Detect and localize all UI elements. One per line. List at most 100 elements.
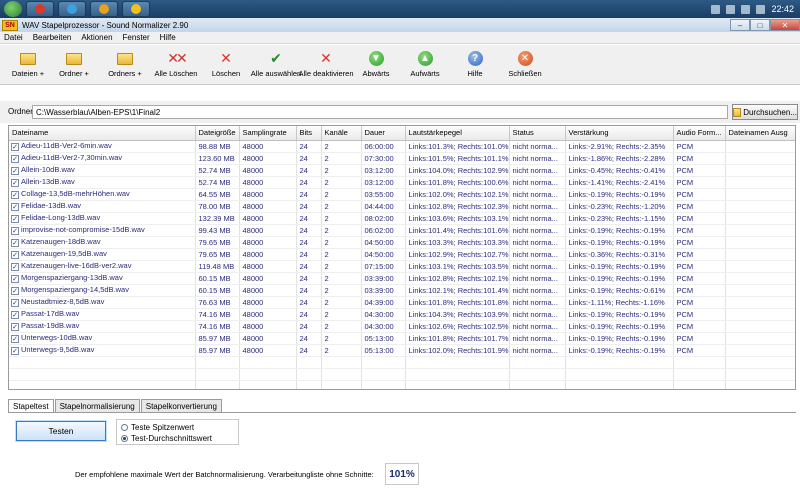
row-checkbox[interactable]: ✓	[11, 275, 19, 283]
taskbar-app-1[interactable]	[26, 1, 54, 17]
table-row[interactable]: ✓ Unterwegs-9,5dB.wav 85.97 MB 48000 24 2 05:1…	[9, 344, 795, 357]
cell-gain: Links:-0.19%; Rechts:-0.19%	[565, 260, 674, 273]
move-down-button[interactable]: ▼ Abwärts	[348, 48, 404, 84]
table-row[interactable]: ✓ Adieu-11dB-Ver2-6min.wav 98.88 MB 48000 24…	[9, 140, 795, 153]
row-checkbox[interactable]: ✓	[11, 179, 19, 187]
table-row[interactable]: ✓ Katzenaugen-live-16dB-ver2.wav 119.48 MB…	[9, 260, 795, 273]
table-row[interactable]: ✓ Katzenaugen-18dB.wav 79.65 MB 48000 24 2 04:…	[9, 236, 795, 249]
table-row[interactable]: ✓ Unterwegs-10dB.wav 85.97 MB 48000 24 2 05:13…	[9, 332, 795, 345]
add-folder-button[interactable]: Ordner +	[46, 48, 102, 84]
table-row[interactable]: ✓ Allein-13dB.wav 52.74 MB 48000 24 2 03:12:00…	[9, 176, 795, 189]
app-icon[interactable]: SN	[2, 19, 18, 31]
row-checkbox[interactable]: ✓	[11, 167, 19, 175]
folder-icon	[20, 53, 36, 65]
table-row[interactable]: ✓ Felidae-Long-13dB.wav 132.39 MB 48000 24 2 0…	[9, 212, 795, 225]
row-checkbox[interactable]: ✓	[11, 239, 19, 247]
tray-icon[interactable]	[711, 4, 721, 14]
table-row[interactable]: ✓ Allein-10dB.wav 52.74 MB 48000 24 2 03:12:00…	[9, 164, 795, 177]
cell-level: Links:104.3%; Rechts:103.9%	[405, 308, 510, 321]
radio-average-option[interactable]: Test-Durchschnittswert	[121, 433, 234, 444]
row-checkbox[interactable]: ✓	[11, 323, 19, 331]
menu-bearbeiten[interactable]: Bearbeiten	[33, 33, 72, 42]
row-checkbox[interactable]: ✓	[11, 155, 19, 163]
minimize-icon[interactable]: –	[730, 19, 750, 31]
cell-format: PCM	[673, 188, 726, 201]
table-row[interactable]: ✓ Katzenaugen-19,5dB.wav 79.65 MB 48000 24 2 0…	[9, 248, 795, 261]
clock[interactable]: 22:42	[771, 4, 794, 14]
tab-stapeltest[interactable]: Stapeltest	[8, 399, 54, 413]
column-header-filesize[interactable]: Dateigröße	[195, 126, 240, 141]
taskbar-app-sound-normalizer[interactable]	[122, 1, 150, 17]
column-header-samplerate[interactable]: Samplingrate	[239, 126, 297, 141]
cell-bits: 24	[296, 176, 322, 189]
table-row[interactable]: ✓ Morgenspaziergang-14,5dB.wav 60.15 MB 480…	[9, 284, 795, 297]
deselect-all-button[interactable]: ✕ Alle deaktivieren	[298, 48, 354, 84]
folder-path-input[interactable]	[32, 105, 728, 119]
empty-cell	[361, 356, 406, 369]
radio-button[interactable]	[121, 424, 128, 431]
row-checkbox[interactable]: ✓	[11, 191, 19, 199]
table-row[interactable]: ✓ Collage-13,5dB-mehrHöhen.wav 64.55 MB 480…	[9, 188, 795, 201]
table-row[interactable]: ✓ Passat-17dB.wav 74.16 MB 48000 24 2 04:30:00…	[9, 308, 795, 321]
row-checkbox[interactable]: ✓	[11, 347, 19, 355]
tab-stapelkonvertierung[interactable]: Stapelkonvertierung	[140, 399, 222, 412]
row-checkbox[interactable]: ✓	[11, 251, 19, 259]
tray-icon[interactable]	[741, 4, 751, 14]
tray-icon[interactable]	[726, 4, 736, 14]
row-checkbox[interactable]: ✓	[11, 143, 19, 151]
table-row[interactable]: ✓ Morgenspaziergang-13dB.wav 60.15 MB 48000…	[9, 272, 795, 285]
close-button[interactable]: ✕ Schließen	[497, 48, 553, 84]
cell-format: PCM	[673, 236, 726, 249]
test-button[interactable]: Testen	[16, 421, 106, 441]
column-header-status[interactable]: Status	[509, 126, 566, 141]
row-checkbox[interactable]: ✓	[11, 311, 19, 319]
move-up-button[interactable]: ▲ Aufwärts	[397, 48, 453, 84]
row-checkbox[interactable]: ✓	[11, 299, 19, 307]
column-header-channels[interactable]: Kanäle	[321, 126, 362, 141]
row-checkbox[interactable]: ✓	[11, 287, 19, 295]
select-all-button[interactable]: ✔ Alle auswählen	[248, 48, 304, 84]
tray-icon[interactable]	[756, 4, 766, 14]
row-checkbox[interactable]: ✓	[11, 335, 19, 343]
row-checkbox[interactable]: ✓	[11, 215, 19, 223]
menu-aktionen[interactable]: Aktionen	[81, 33, 112, 42]
filename-text: improvise-not-compromise-15dB.wav	[21, 225, 145, 234]
close-window-icon[interactable]: ✕	[770, 19, 800, 31]
row-checkbox[interactable]: ✓	[11, 203, 19, 211]
cell-status: nicht norma...	[509, 152, 566, 165]
menu-fenster[interactable]: Fenster	[123, 33, 150, 42]
cell-samplerate: 48000	[239, 212, 297, 225]
browse-button[interactable]: Durchsuchen...	[732, 104, 798, 120]
row-checkbox[interactable]: ✓	[11, 263, 19, 271]
column-header-level[interactable]: Lautstärkepegel	[405, 126, 510, 141]
column-header-gain[interactable]: Verstärkung	[565, 126, 674, 141]
cell-status: nicht norma...	[509, 140, 566, 153]
menu-datei[interactable]: Datei	[4, 33, 23, 42]
row-checkbox[interactable]: ✓	[11, 227, 19, 235]
help-button[interactable]: ? Hilfe	[447, 48, 503, 84]
column-header-format[interactable]: Audio Form...	[673, 126, 726, 141]
start-button[interactable]	[4, 1, 22, 17]
cell-level: Links:101.5%; Rechts:101.1%	[405, 152, 510, 165]
table-row[interactable]: ✓ improvise-not-compromise-15dB.wav 99.43 …	[9, 224, 795, 237]
menu-hilfe[interactable]: Hilfe	[160, 33, 176, 42]
table-row[interactable]: ✓ Neustadtmiez-8,5dB.wav 76.63 MB 48000 24 2 0…	[9, 296, 795, 309]
column-header-output-name[interactable]: Dateinamen Ausg	[725, 126, 795, 141]
delete-button[interactable]: ✕ Löschen	[198, 48, 254, 84]
table-row[interactable]: ✓ Adieu-11dB-Ver2-7,30min.wav 123.60 MB 480…	[9, 152, 795, 165]
table-row[interactable]: ✓ Felidae-13dB.wav 78.00 MB 48000 24 2 04:44:0…	[9, 200, 795, 213]
empty-cell	[239, 356, 297, 369]
table-row[interactable]: ✓ Passat-19dB.wav 74.16 MB 48000 24 2 04:30:00…	[9, 320, 795, 333]
add-folders-button[interactable]: Ordners +	[97, 48, 153, 84]
column-header-bits[interactable]: Bits	[296, 126, 322, 141]
radio-peak-option[interactable]: Teste Spitzenwert	[121, 422, 234, 433]
column-header-duration[interactable]: Dauer	[361, 126, 406, 141]
file-list[interactable]: Dateiname Dateigröße Samplingrate Bits K…	[8, 125, 796, 390]
tab-stapelnormalisierung[interactable]: Stapelnormalisierung	[54, 399, 140, 412]
radio-button[interactable]	[121, 435, 128, 442]
column-header-filename[interactable]: Dateiname	[9, 126, 196, 141]
taskbar-app-2[interactable]	[58, 1, 86, 17]
delete-all-button[interactable]: ✕✕ Alle Löschen	[148, 48, 204, 84]
maximize-icon[interactable]: □	[750, 19, 770, 31]
taskbar-app-3[interactable]	[90, 1, 118, 17]
